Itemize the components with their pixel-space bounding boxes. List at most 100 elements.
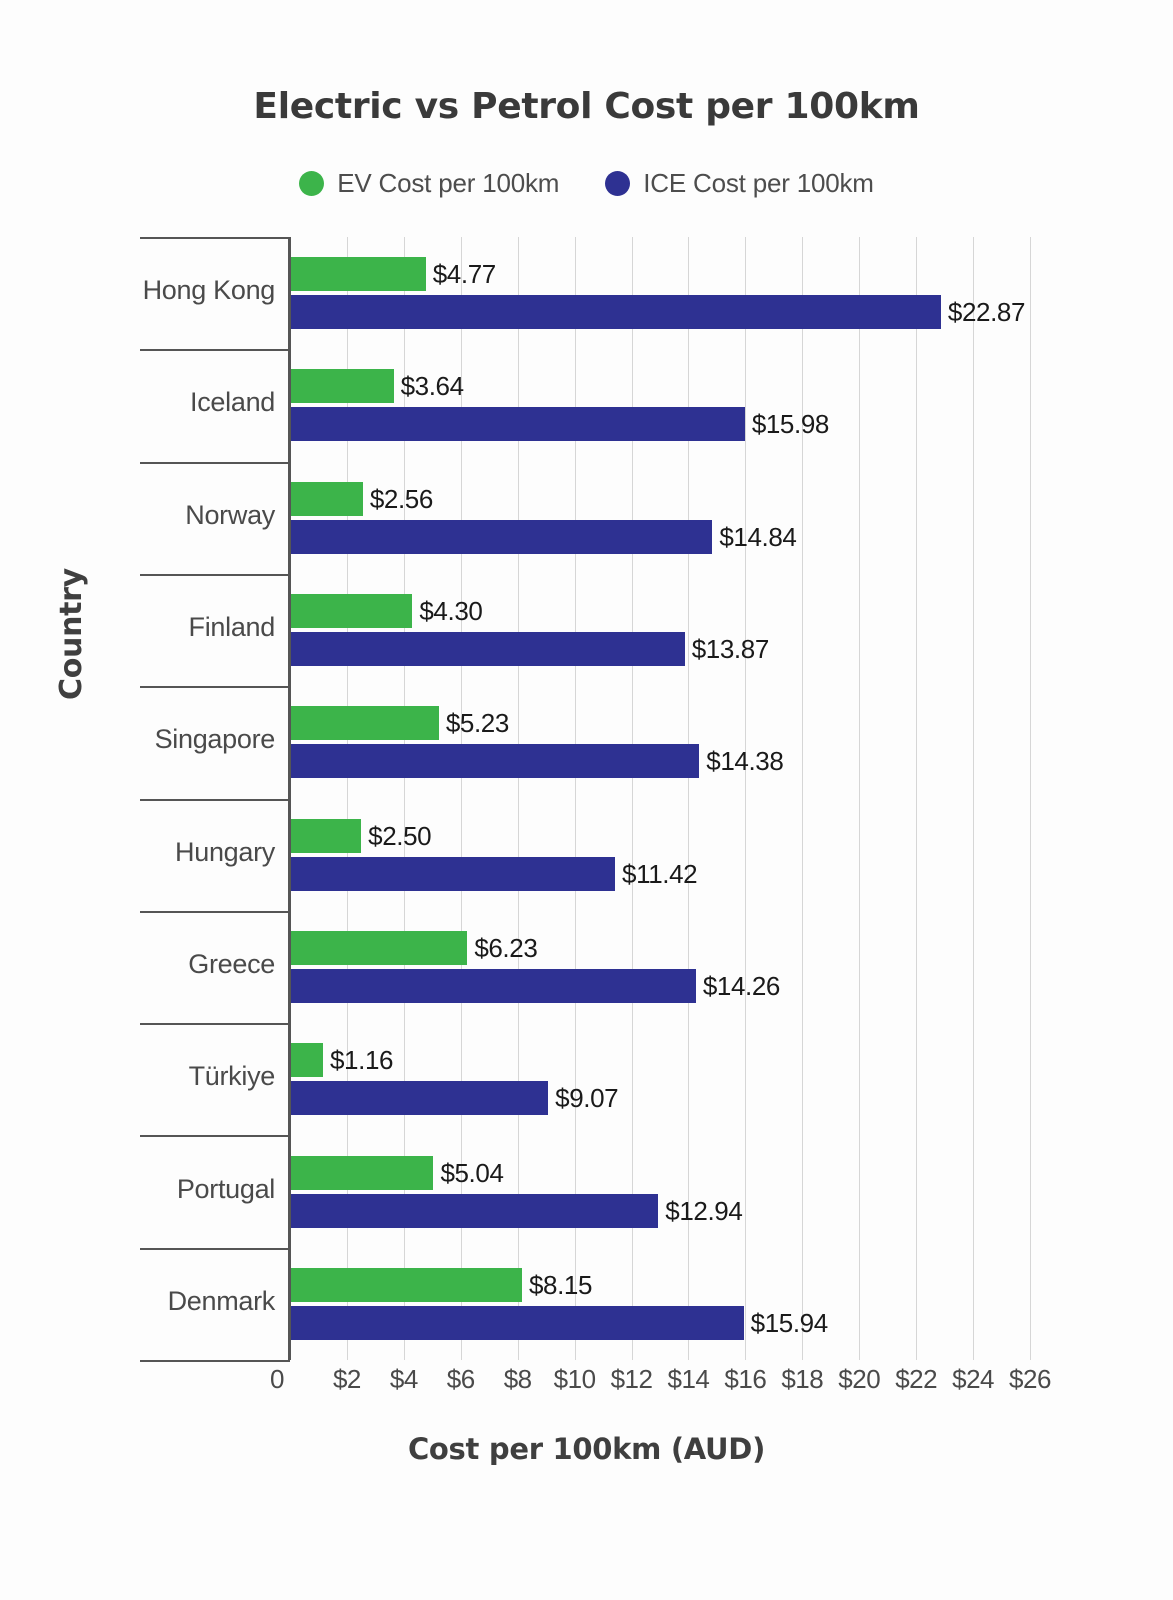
x-axis-tick-label: $10 xyxy=(553,1364,596,1394)
bar-value-label: $2.50 xyxy=(368,820,432,851)
x-axis-tick-labels: 0 $2 $4 $6 $8 $10 $12 $14 $16 $18 $20 $22 $24 $26 xyxy=(0,1364,1173,1408)
chart-legend: EV Cost per 100km ICE Cost per 100km xyxy=(0,168,1173,199)
x-axis-tick-label: $22 xyxy=(895,1364,938,1394)
bar-ice[interactable] xyxy=(290,1081,549,1116)
x-axis-tick-label: $2 xyxy=(332,1364,361,1394)
bar-value-label: $5.04 xyxy=(440,1157,504,1188)
bar-ev[interactable] xyxy=(290,818,362,853)
bar-ev[interactable] xyxy=(290,1043,323,1078)
gridline xyxy=(973,237,975,1360)
bar-value-label: $14.38 xyxy=(706,746,784,777)
y-axis-category-labels: Hong Kong Iceland Norway Finland Singapore Hu… xyxy=(0,237,290,1362)
gridline xyxy=(1030,237,1031,1360)
bar-value-label: $6.23 xyxy=(474,932,538,963)
plot-area: $4.77 $22.87 $3.64 $15.98 $2.56 $14.84 $4.30 $1… xyxy=(290,237,1031,1360)
legend-item[interactable]: ICE Cost per 100km xyxy=(605,168,874,199)
bar-value-label: $2.56 xyxy=(369,483,433,514)
x-axis-tick-label: $26 xyxy=(1009,1364,1051,1394)
y-axis-tick xyxy=(140,573,290,576)
bar-ev[interactable] xyxy=(290,594,413,629)
chart-title: Electric vs Petrol Cost per 100km xyxy=(253,86,920,127)
bar-value-label: $3.64 xyxy=(400,371,464,402)
bar-ev[interactable] xyxy=(290,257,426,292)
y-axis-label: Hungary xyxy=(175,836,275,867)
y-axis-label: Norway xyxy=(185,499,275,530)
gridline xyxy=(346,237,348,1360)
bar-ice[interactable] xyxy=(290,1193,659,1228)
y-axis-tick xyxy=(140,1360,290,1362)
bar-ice[interactable] xyxy=(290,295,941,330)
bar-value-label: $15.94 xyxy=(750,1307,829,1338)
chart-container: Electric vs Petrol Cost per 100km EV Cos… xyxy=(0,0,1173,1600)
legend-label: EV Cost per 100km xyxy=(337,168,560,198)
bar-ev[interactable] xyxy=(290,930,468,965)
y-axis-tick xyxy=(140,461,290,464)
y-axis-tick xyxy=(140,1247,290,1250)
bar-value-label: $4.77 xyxy=(432,259,496,290)
bar-ev[interactable] xyxy=(290,1267,522,1302)
bar-value-label: $12.94 xyxy=(665,1195,743,1226)
bar-value-label: $8.15 xyxy=(528,1269,593,1300)
x-axis-tick-label: $18 xyxy=(781,1364,824,1394)
y-axis-tick xyxy=(140,798,290,801)
y-axis-tick xyxy=(140,1135,290,1138)
gridline xyxy=(688,237,690,1360)
y-axis-tick xyxy=(140,910,290,913)
x-axis-tick-label: $12 xyxy=(610,1364,653,1394)
bar-ice[interactable] xyxy=(290,1305,744,1340)
y-axis-tick xyxy=(140,686,290,689)
x-axis-tick-label: $14 xyxy=(667,1364,710,1394)
bar-value-label: $11.42 xyxy=(622,858,698,889)
y-axis-label: Iceland xyxy=(190,387,275,418)
x-axis-tick-label: $4 xyxy=(389,1364,418,1394)
y-axis-label: Singapore xyxy=(154,724,276,755)
bar-value-label: $13.87 xyxy=(691,634,770,665)
gridline xyxy=(916,237,918,1360)
bar-ice[interactable] xyxy=(290,519,713,554)
bar-ice[interactable] xyxy=(290,968,696,1003)
bar-ice[interactable] xyxy=(290,632,685,667)
y-axis-label: Türkiye xyxy=(188,1061,276,1092)
y-axis-tick xyxy=(140,349,290,352)
x-axis-tick-label: $8 xyxy=(503,1364,532,1394)
y-axis-label: Finland xyxy=(188,612,276,643)
gridline xyxy=(745,237,747,1360)
bar-value-label: $9.07 xyxy=(555,1083,619,1114)
x-axis-title: Cost per 100km (AUD) xyxy=(407,1432,766,1466)
gridline xyxy=(460,237,462,1360)
bar-ev[interactable] xyxy=(290,369,394,404)
gridline xyxy=(403,237,405,1360)
bar-value-label: $14.84 xyxy=(719,521,797,552)
y-axis-label: Portugal xyxy=(176,1173,275,1204)
bar-ev[interactable] xyxy=(290,1155,434,1190)
bar-value-label: $22.87 xyxy=(947,297,1026,328)
x-axis-tick-label: $24 xyxy=(952,1364,995,1394)
bar-value-label: $4.30 xyxy=(419,596,483,627)
bar-ev[interactable] xyxy=(290,481,363,516)
bar-value-label: $14.26 xyxy=(702,970,781,1001)
gridline xyxy=(517,237,519,1360)
circle-marker xyxy=(605,171,631,196)
bar-ice[interactable] xyxy=(290,856,616,891)
x-axis-tick-label: $16 xyxy=(724,1364,767,1394)
circle-marker xyxy=(299,171,325,196)
bar-ev[interactable] xyxy=(290,706,439,741)
y-axis-label: Hong Kong xyxy=(142,275,276,306)
bar-value-label: $5.23 xyxy=(445,708,509,739)
gridline xyxy=(802,237,804,1360)
y-axis-label: Denmark xyxy=(167,1285,276,1316)
y-axis-title: Country xyxy=(54,568,89,700)
gridline xyxy=(574,237,576,1360)
y-axis-tick xyxy=(140,237,290,239)
gridline xyxy=(631,237,633,1360)
legend-label: ICE Cost per 100km xyxy=(643,168,874,198)
legend-item[interactable]: EV Cost per 100km xyxy=(299,168,559,199)
bar-value-label: $1.16 xyxy=(330,1045,394,1076)
x-axis-tick-label: 0 xyxy=(270,1364,284,1394)
y-axis-label: Greece xyxy=(188,948,275,979)
bar-ice[interactable] xyxy=(290,744,700,779)
x-axis-tick-label: $6 xyxy=(446,1364,475,1394)
bar-value-label: $15.98 xyxy=(751,409,830,440)
bar-ice[interactable] xyxy=(290,407,745,442)
gridline xyxy=(859,237,861,1360)
